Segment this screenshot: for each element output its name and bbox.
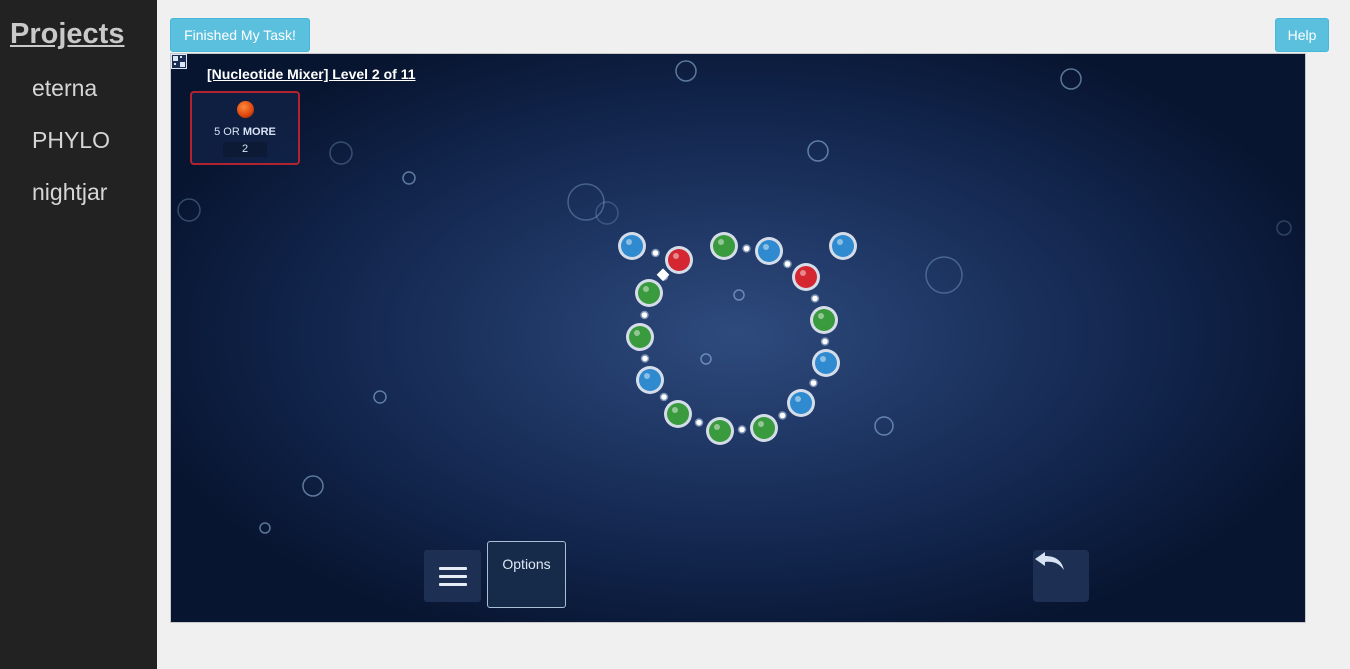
puzzle-grid-icon bbox=[171, 54, 187, 69]
backbone-link bbox=[640, 310, 649, 320]
finished-task-button[interactable]: Finished My Task! bbox=[170, 18, 310, 52]
nucleotide-base[interactable] bbox=[792, 263, 820, 291]
nucleotide-base[interactable] bbox=[618, 232, 646, 260]
nucleotide-base[interactable] bbox=[755, 237, 783, 265]
sidebar-item-eterna[interactable]: eterna bbox=[32, 75, 97, 102]
undo-button[interactable] bbox=[1033, 550, 1089, 602]
backbone-link bbox=[694, 418, 704, 427]
menu-button[interactable] bbox=[424, 550, 481, 602]
game-canvas[interactable]: [Nucleotide Mixer] Level 2 of 11 5 OR MO… bbox=[170, 53, 1306, 623]
constraint-label: 5 OR MORE bbox=[214, 126, 276, 138]
nucleotide-base[interactable] bbox=[810, 306, 838, 334]
nucleotide-base[interactable] bbox=[626, 323, 654, 351]
sidebar-item-nightjar[interactable]: nightjar bbox=[32, 179, 107, 206]
constraint-count: 2 bbox=[223, 142, 267, 157]
nucleotide-base[interactable] bbox=[750, 414, 778, 442]
help-button[interactable]: Help bbox=[1275, 18, 1329, 52]
undo-arrow-icon bbox=[1035, 552, 1064, 570]
backbone-link bbox=[810, 294, 820, 303]
backbone-link bbox=[659, 392, 669, 402]
selection-marker bbox=[656, 268, 670, 282]
nucleotide-base[interactable] bbox=[812, 349, 840, 377]
backbone-link bbox=[809, 378, 818, 388]
constraint-panel: 5 OR MORE 2 bbox=[190, 91, 300, 165]
sidebar: Projects eterna PHYLO nightjar bbox=[0, 0, 157, 669]
nucleotide-base[interactable] bbox=[636, 366, 664, 394]
nucleotide-base[interactable] bbox=[710, 232, 738, 260]
rna-molecule[interactable] bbox=[171, 54, 1306, 623]
projects-title[interactable]: Projects bbox=[10, 18, 124, 51]
sidebar-item-phylo[interactable]: PHYLO bbox=[32, 127, 110, 154]
backbone-link bbox=[737, 425, 747, 434]
nucleotide-base[interactable] bbox=[706, 417, 734, 445]
backbone-link bbox=[742, 244, 751, 253]
nucleotide-base[interactable] bbox=[829, 232, 857, 260]
backbone-link bbox=[778, 411, 787, 420]
nucleotide-base[interactable] bbox=[665, 246, 693, 274]
backbone-link bbox=[640, 354, 650, 363]
hamburger-menu-icon bbox=[438, 566, 467, 570]
backbone-link bbox=[783, 259, 792, 269]
options-button[interactable]: Options bbox=[487, 541, 566, 608]
nucleotide-ball-icon bbox=[237, 101, 254, 118]
backbone-link bbox=[651, 248, 660, 258]
nucleotide-base[interactable] bbox=[635, 279, 663, 307]
backbone-link bbox=[820, 337, 830, 346]
nucleotide-base[interactable] bbox=[664, 400, 692, 428]
nucleotide-base[interactable] bbox=[787, 389, 815, 417]
puzzle-title[interactable]: [Nucleotide Mixer] Level 2 of 11 bbox=[207, 66, 416, 82]
